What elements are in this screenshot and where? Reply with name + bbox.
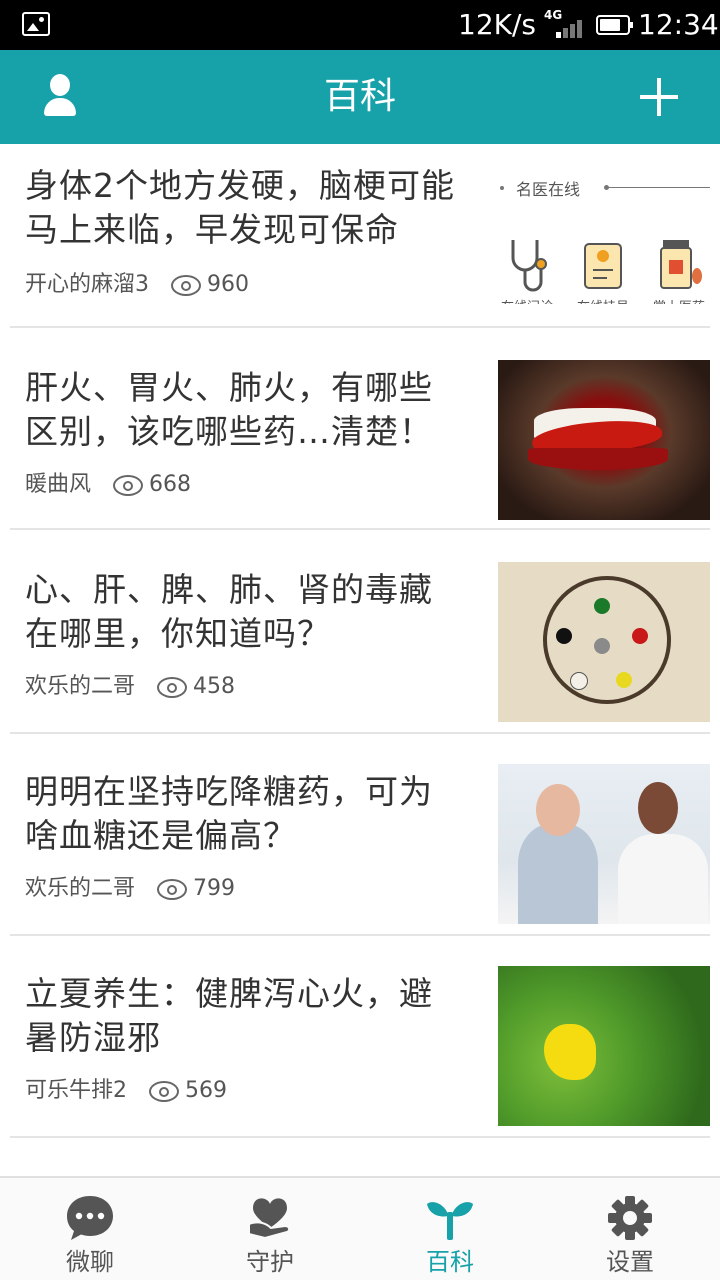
divider [10,326,710,328]
bottom-tab-bar: 微聊 守护 百科 设置 [0,1176,720,1280]
article-views: 458 [193,674,236,699]
tab-label: 设置 [606,1248,654,1276]
divider [10,1136,710,1138]
clock: 12:34 [638,8,719,41]
eye-icon [149,1081,179,1102]
article-title: 心、肝、脾、肺、肾的毒藏在哪里，你知道吗？ [25,570,433,653]
article-author: 暖曲风 [25,472,92,497]
article-meta: 欢乐的二哥 799 [25,874,235,904]
network-speed: 12K/s [458,8,537,41]
article-item[interactable]: 心、肝、脾、肺、肾的毒藏在哪里，你知道吗？ 欢乐的二哥 458 [0,548,720,750]
article-meta: 暖曲风 668 [25,470,191,500]
article-item[interactable]: 肝火、胃火、肺火，有哪些区别，该吃哪些药…清楚！ 暖曲风 668 [0,346,720,548]
service-label: 掌上医药 [644,296,710,304]
article-title: 身体2个地方发硬，脑梗可能马上来临，早发现可保命 [25,166,455,249]
service-online-register[interactable]: 在线挂号 [568,236,638,304]
article-item[interactable]: 身体2个地方发硬，脑梗可能马上来临，早发现可保命 开心的麻溜3 960 名医在线 … [0,144,720,346]
article-author: 可乐牛排2 [25,1078,127,1103]
divider [10,934,710,936]
article-meta: 开心的麻溜3 960 [25,270,249,300]
article-thumbnail [498,562,710,722]
article-meta: 欢乐的二哥 458 [25,672,235,702]
status-bar: 12K/s 4G 12:34 [0,0,720,50]
battery-icon [596,15,633,35]
medicine-bottle-icon [655,236,703,292]
article-title: 立夏养生：健脾泻心火，避暑防湿邪 [25,974,433,1057]
tab-label: 百科 [426,1248,474,1276]
article-item[interactable]: 明明在坚持吃降糖药，可为啥血糖还是偏高？ 欢乐的二哥 799 [0,750,720,952]
eye-icon [157,879,188,900]
tab-encyclopedia[interactable]: 百科 [360,1178,540,1280]
article-author: 开心的麻溜3 [25,272,149,297]
ad-title: 名医在线 [516,180,581,199]
ad-banner[interactable]: 名医在线 在线问诊 在线挂号 掌上医药 [498,164,710,304]
article-title: 肝火、胃火、肺火，有哪些区别，该吃哪些药…清楚！ [25,368,433,451]
eye-icon [157,677,188,698]
image-notification-icon [22,12,50,36]
service-label: 在线挂号 [568,296,638,304]
article-views: 668 [149,472,192,497]
article-views: 799 [193,876,236,901]
heart-hand-icon [245,1194,295,1242]
service-label: 在线问诊 [498,296,562,304]
clipboard-icon [579,236,627,292]
chat-bubble-icon [65,1194,115,1242]
article-item[interactable]: 立夏养生：健脾泻心火，避暑防湿邪 可乐牛排2 569 [0,952,720,1154]
divider [10,732,710,734]
page-title: 百科 [323,76,396,117]
eye-icon [113,475,144,496]
gear-icon [605,1194,655,1242]
tab-label: 微聊 [66,1248,114,1276]
top-nav-bar: 百科 [0,50,720,144]
tab-label: 守护 [246,1248,294,1276]
eye-icon [171,275,201,296]
plus-icon[interactable] [640,78,678,116]
tab-guard[interactable]: 守护 [180,1178,360,1280]
article-author: 欢乐的二哥 [25,876,136,901]
service-online-consult[interactable]: 在线问诊 [498,236,562,304]
tab-chat[interactable]: 微聊 [0,1178,180,1280]
article-list[interactable]: 身体2个地方发硬，脑梗可能马上来临，早发现可保命 开心的麻溜3 960 名医在线 … [0,144,720,1174]
signal-icon [548,14,584,38]
divider [10,528,710,530]
article-thumbnail [498,966,710,1126]
article-thumbnail [498,360,710,520]
article-views: 569 [185,1078,227,1103]
article-thumbnail [498,764,710,924]
sprout-icon [425,1194,475,1242]
tab-settings[interactable]: 设置 [540,1178,720,1280]
service-mobile-pharmacy[interactable]: 掌上医药 [644,236,710,304]
article-views: 960 [207,272,249,297]
stethoscope-icon [503,236,551,292]
article-meta: 可乐牛排2 569 [25,1076,227,1106]
article-author: 欢乐的二哥 [25,674,136,699]
article-title: 明明在坚持吃降糖药，可为啥血糖还是偏高？ [25,772,433,855]
